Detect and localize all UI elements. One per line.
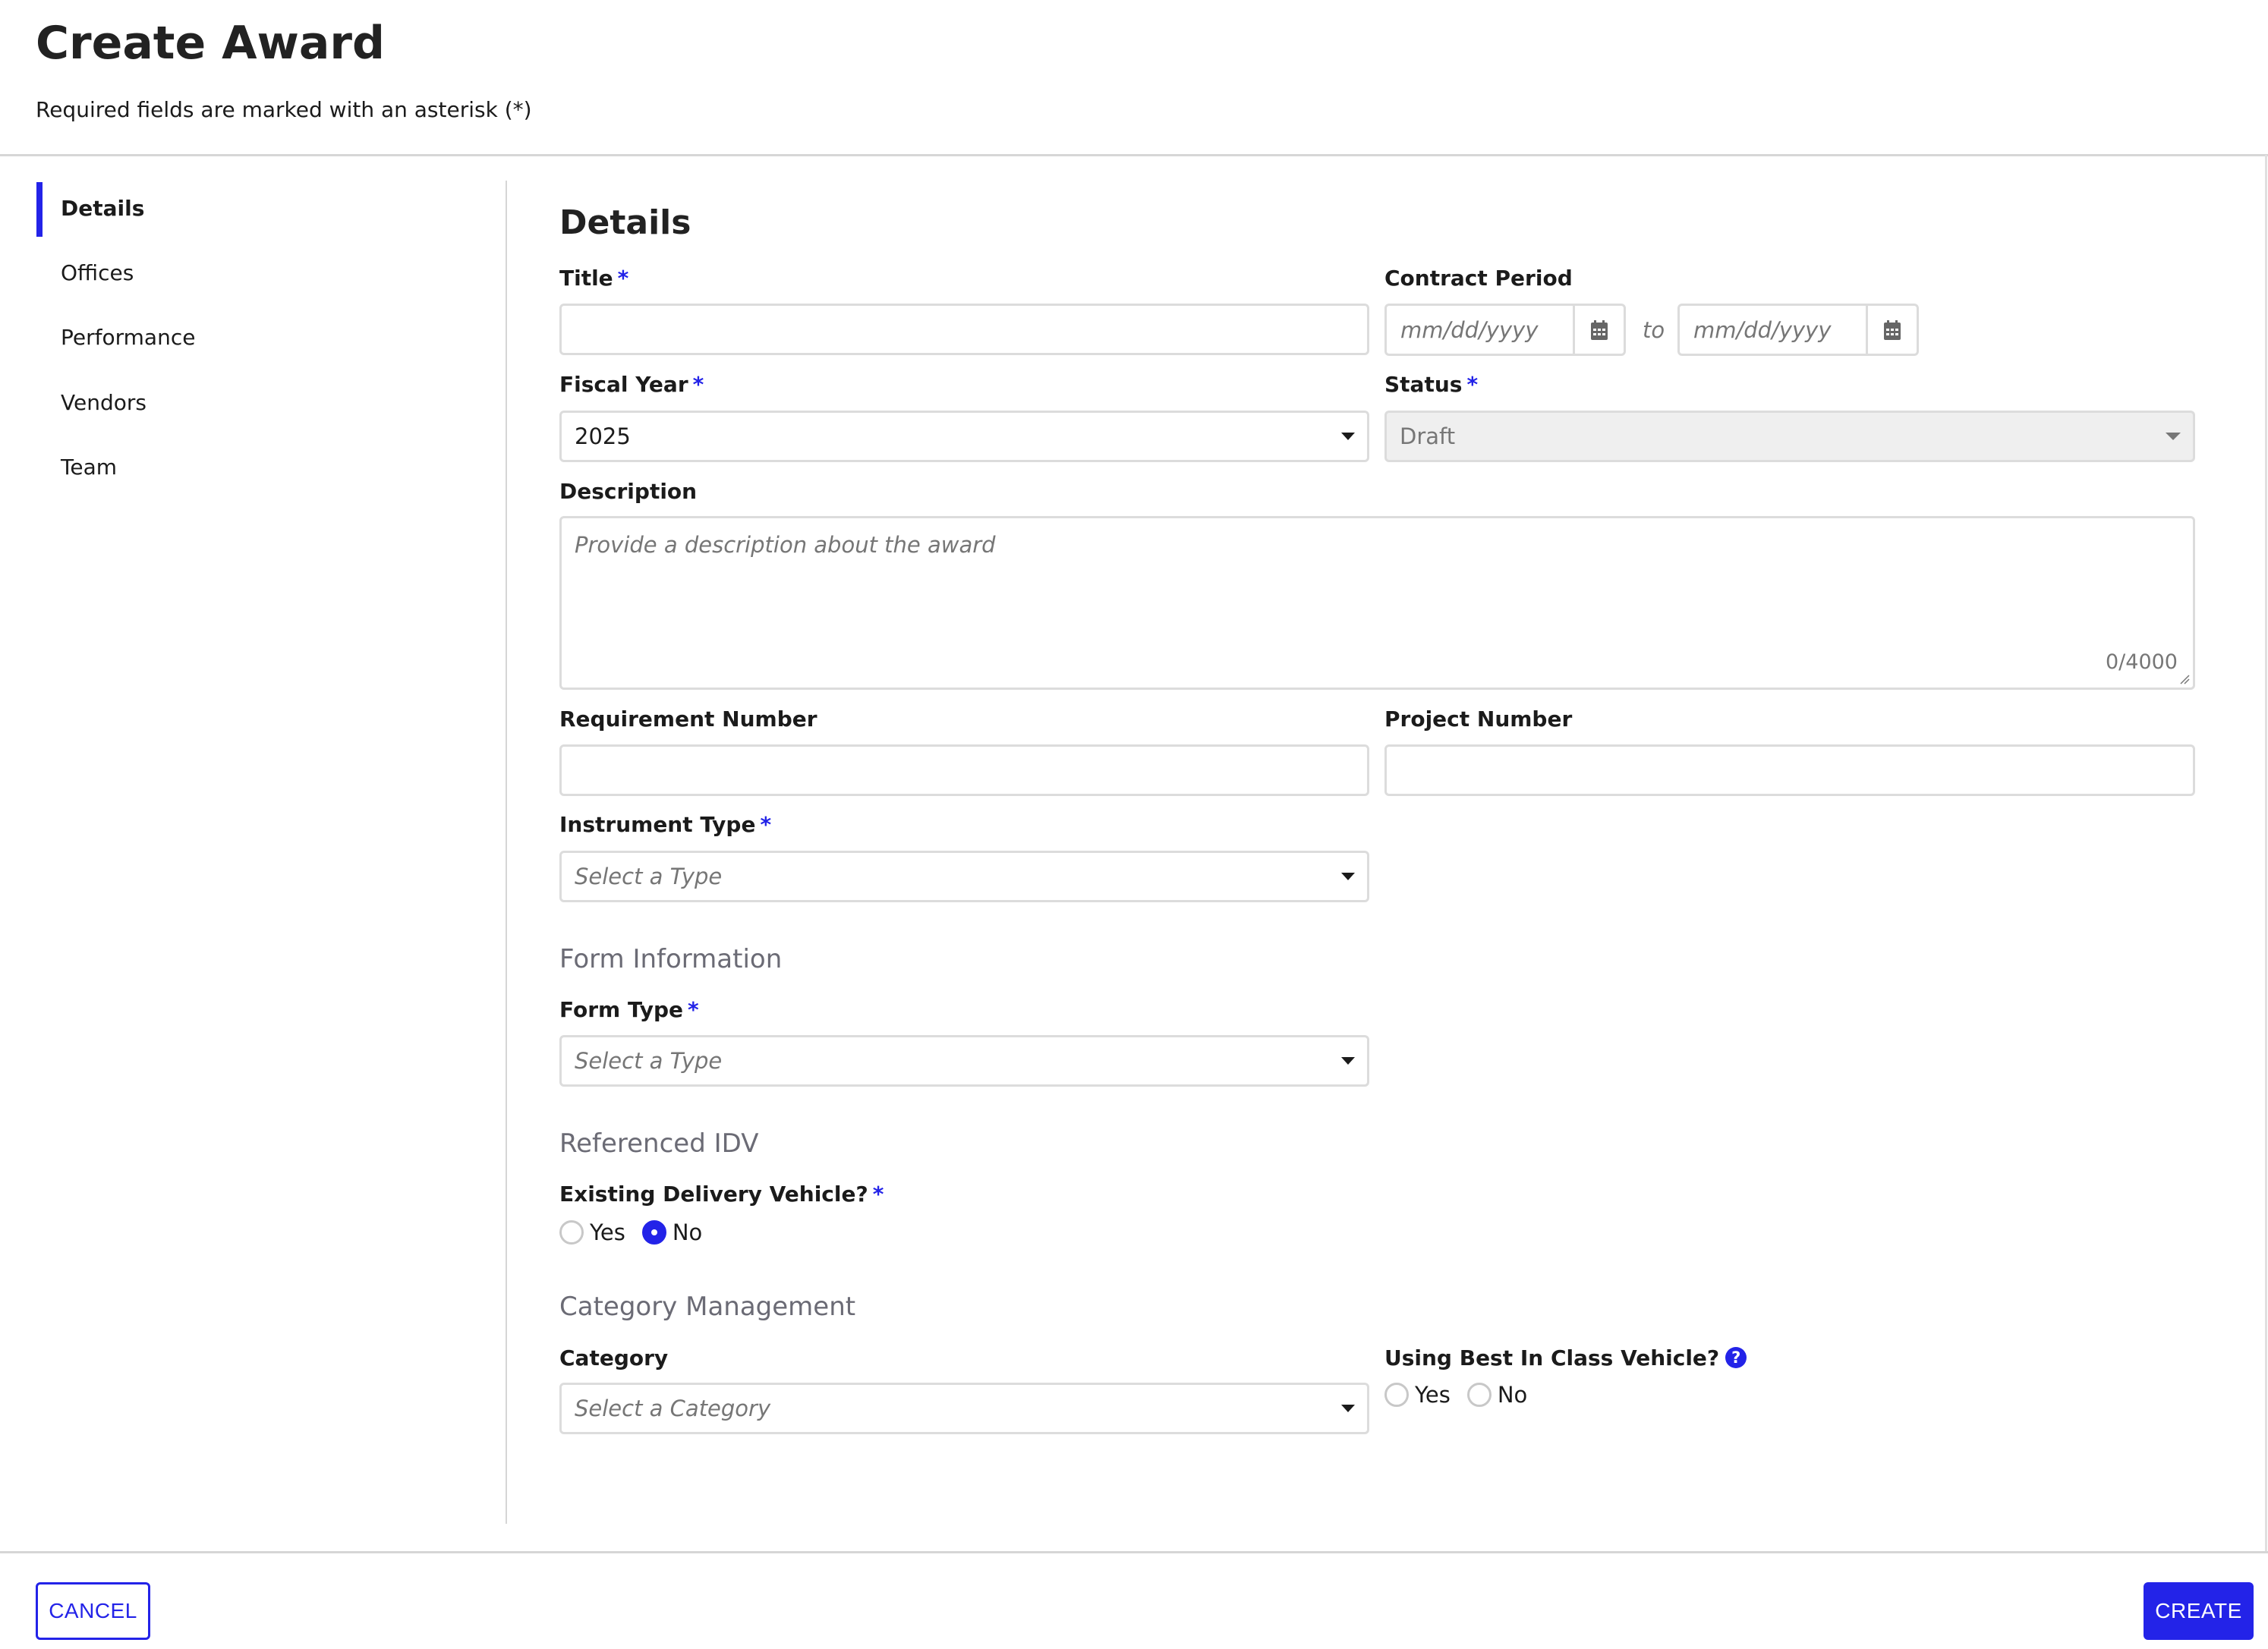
- required-asterisk: *: [1466, 372, 1479, 397]
- description-textarea[interactable]: Provide a description about the award 0/…: [559, 516, 2195, 690]
- category-placeholder: Select a Category: [575, 1396, 771, 1421]
- title-label: Title *: [559, 266, 628, 291]
- existing-delivery-vehicle-label-text: Existing Delivery Vehicle?: [559, 1182, 868, 1207]
- best-in-class-yes-radio[interactable]: [1384, 1383, 1409, 1407]
- instrument-type-select[interactable]: Select a Type: [559, 851, 1369, 902]
- character-counter: 0/4000: [2106, 650, 2178, 674]
- calendar-icon: [1591, 319, 1608, 340]
- caret-down-icon: [1341, 873, 1355, 880]
- form-type-label-text: Form Type: [559, 997, 684, 1022]
- caret-down-icon: [1341, 1405, 1355, 1412]
- page-title: Create Award: [36, 17, 385, 70]
- project-number-input[interactable]: [1384, 744, 2195, 796]
- contract-period-label: Contract Period: [1384, 266, 1573, 291]
- title-label-text: Title: [559, 266, 613, 291]
- radio-label-yes[interactable]: Yes: [590, 1219, 625, 1245]
- form-type-label: Form Type *: [559, 997, 699, 1022]
- instrument-type-label-text: Instrument Type: [559, 812, 756, 837]
- header-divider: [0, 154, 2268, 156]
- status-value: Draft: [1400, 423, 1456, 449]
- existing-delivery-vehicle-yes-radio[interactable]: [559, 1220, 584, 1245]
- required-asterisk: *: [760, 812, 772, 837]
- best-in-class-label-text: Using Best In Class Vehicle?: [1384, 1345, 1720, 1370]
- sidebar-item-details[interactable]: Details: [61, 196, 144, 221]
- sidebar-item-performance[interactable]: Performance: [61, 325, 195, 350]
- instrument-type-placeholder: Select a Type: [575, 864, 723, 889]
- create-button[interactable]: CREATE: [2144, 1582, 2254, 1640]
- resize-handle-icon[interactable]: [2179, 674, 2190, 684]
- status-select: Draft: [1384, 411, 2195, 462]
- best-in-class-radio-group: Yes No: [1384, 1382, 1544, 1408]
- referenced-idv-heading: Referenced IDV: [559, 1128, 759, 1159]
- required-fields-note: Required fields are marked with an aster…: [36, 97, 532, 122]
- fiscal-year-value: 2025: [575, 423, 631, 449]
- category-label: Category: [559, 1345, 669, 1370]
- requirement-number-input[interactable]: [559, 744, 1369, 796]
- category-select[interactable]: Select a Category: [559, 1383, 1369, 1434]
- status-label: Status *: [1384, 372, 1478, 397]
- best-in-class-no-radio[interactable]: [1466, 1383, 1492, 1407]
- content-right-border: [2265, 155, 2267, 1553]
- fiscal-year-label: Fiscal Year *: [559, 372, 704, 397]
- contract-end-date: mm/dd/yyyy: [1677, 304, 1919, 356]
- fiscal-year-label-text: Fiscal Year: [559, 372, 688, 397]
- date-range-separator: to: [1643, 317, 1665, 343]
- description-placeholder: Provide a description about the award: [575, 532, 996, 558]
- form-type-placeholder: Select a Type: [575, 1048, 723, 1074]
- existing-delivery-vehicle-no-radio[interactable]: [641, 1220, 666, 1245]
- start-date-input[interactable]: mm/dd/yyyy: [1387, 306, 1573, 354]
- cancel-button[interactable]: CANCEL: [36, 1582, 150, 1640]
- best-in-class-label: Using Best In Class Vehicle??: [1384, 1345, 1747, 1370]
- footer-divider: [0, 1551, 2268, 1553]
- end-date-calendar-button[interactable]: [1866, 306, 1917, 354]
- required-asterisk: *: [688, 997, 699, 1022]
- caret-down-icon: [1341, 1057, 1355, 1065]
- calendar-icon: [1884, 319, 1901, 340]
- radio-label-no[interactable]: No: [673, 1219, 702, 1245]
- existing-delivery-vehicle-label: Existing Delivery Vehicle? *: [559, 1182, 884, 1207]
- status-label-text: Status: [1384, 372, 1463, 397]
- caret-down-icon: [2166, 433, 2181, 440]
- project-number-label: Project Number: [1384, 706, 1573, 732]
- fiscal-year-select[interactable]: 2025: [559, 411, 1369, 462]
- title-input[interactable]: [559, 304, 1369, 355]
- sidebar-item-offices[interactable]: Offices: [61, 260, 134, 285]
- required-asterisk: *: [617, 266, 629, 291]
- active-indicator: [36, 182, 43, 237]
- requirement-number-label: Requirement Number: [559, 706, 817, 732]
- sidebar-item-vendors[interactable]: Vendors: [61, 390, 146, 415]
- radio-label-yes[interactable]: Yes: [1415, 1382, 1451, 1408]
- required-asterisk: *: [872, 1182, 884, 1207]
- sidebar-divider: [506, 181, 507, 1524]
- existing-delivery-vehicle-radio-group: Yes No: [559, 1219, 719, 1245]
- instrument-type-label: Instrument Type *: [559, 812, 771, 837]
- category-management-heading: Category Management: [559, 1292, 856, 1322]
- caret-down-icon: [1341, 433, 1355, 440]
- contract-start-date: mm/dd/yyyy: [1384, 304, 1626, 356]
- form-type-select[interactable]: Select a Type: [559, 1035, 1369, 1087]
- radio-label-no[interactable]: No: [1498, 1382, 1527, 1408]
- section-title: Details: [559, 203, 691, 242]
- end-date-input[interactable]: mm/dd/yyyy: [1680, 306, 1866, 354]
- sidebar-item-team[interactable]: Team: [61, 455, 117, 480]
- description-label: Description: [559, 479, 698, 504]
- start-date-calendar-button[interactable]: [1573, 306, 1624, 354]
- question-circle-icon[interactable]: ?: [1725, 1347, 1747, 1368]
- required-asterisk: *: [692, 372, 704, 397]
- form-information-heading: Form Information: [559, 944, 783, 974]
